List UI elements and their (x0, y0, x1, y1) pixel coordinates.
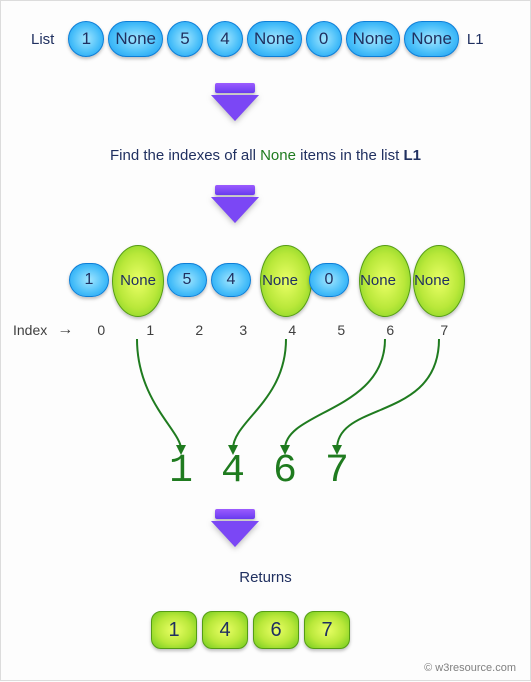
result-item-1: 4 (202, 611, 248, 649)
returns-label: Returns (1, 569, 530, 586)
big-1: 1 (169, 449, 193, 494)
index-5: 5 (319, 322, 363, 338)
caption-pre: Find the indexes of all (110, 147, 260, 164)
idx-item-6: None (353, 263, 403, 297)
index-0: 0 (79, 322, 123, 338)
down-arrow-3 (211, 509, 259, 549)
index-label: Index (13, 322, 47, 338)
big-4: 4 (221, 449, 245, 494)
index-2: 2 (177, 322, 221, 338)
indexed-list-row: 1 None 5 4 None 0 None None (69, 263, 479, 297)
idx-item-4: None (255, 263, 305, 297)
caption-text: Find the indexes of all None items in th… (1, 147, 530, 164)
top-list-row: List 1 None 5 4 None 0 None None L1 (31, 21, 484, 57)
index-row: Index → 0 1 2 3 4 5 6 7 (13, 321, 471, 339)
idx-item-5: 0 (309, 263, 349, 297)
idx-item-0: 1 (69, 263, 109, 297)
list-item-6: None (346, 21, 401, 57)
list-item-0: 1 (68, 21, 104, 57)
caption-l1: L1 (403, 147, 421, 164)
result-item-2: 6 (253, 611, 299, 649)
idx-item-7: None (407, 263, 457, 297)
big-7: 7 (325, 449, 349, 494)
right-arrow-icon: → (57, 321, 73, 339)
result-item-0: 1 (151, 611, 197, 649)
result-numbers: 1 4 6 7 (169, 449, 349, 494)
top-pill-row: 1 None 5 4 None 0 None None (68, 21, 459, 57)
result-box: 1 4 6 7 (151, 611, 350, 649)
caption-post: items in the list (296, 147, 404, 164)
list-item-4: None (247, 21, 302, 57)
big-6: 6 (273, 449, 297, 494)
index-7: 7 (417, 322, 471, 338)
list-item-7: None (404, 21, 459, 57)
index-3: 3 (221, 322, 265, 338)
list-item-1: None (108, 21, 163, 57)
caption-none: None (260, 147, 296, 164)
list-item-2: 5 (167, 21, 203, 57)
idx-item-2: 5 (167, 263, 207, 297)
idx-item-1: None (113, 263, 163, 297)
idx-item-3: 4 (211, 263, 251, 297)
index-1: 1 (123, 322, 177, 338)
list-label: List (31, 31, 54, 48)
list-item-3: 4 (207, 21, 243, 57)
result-item-3: 7 (304, 611, 350, 649)
copyright: © w3resource.com (424, 662, 516, 674)
list-item-5: 0 (306, 21, 342, 57)
down-arrow-2 (211, 185, 259, 225)
down-arrow-1 (211, 83, 259, 123)
l1-label: L1 (467, 31, 484, 48)
index-4: 4 (265, 322, 319, 338)
index-6: 6 (363, 322, 417, 338)
